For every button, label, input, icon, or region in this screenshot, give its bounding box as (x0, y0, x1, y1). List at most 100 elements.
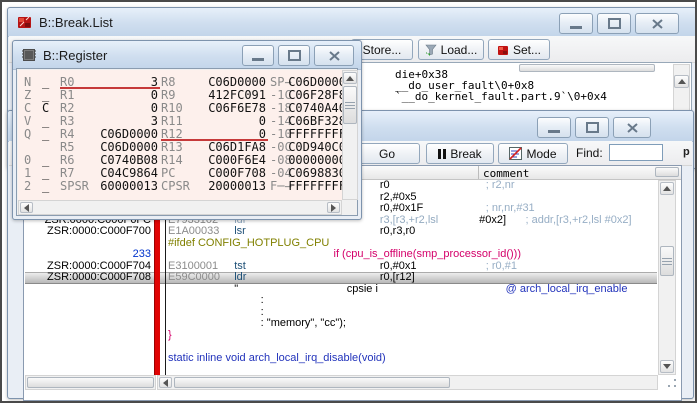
scroll-down-button[interactable] (660, 360, 674, 373)
register-chip-icon (22, 48, 36, 62)
close-icon (329, 51, 340, 61)
set-button[interactable]: Set... (488, 39, 550, 60)
listing-row[interactable]: 233if (cpu_is_offline(smp_processor_id()… (25, 249, 657, 261)
scroll-up-button[interactable] (674, 75, 689, 88)
maximize-button[interactable] (278, 45, 310, 66)
scroll-up-button[interactable] (343, 72, 357, 84)
breaklist-entry[interactable]: `__do_kernel_fault.part.9`\0+0x4 (395, 91, 607, 102)
register-vscrollbar[interactable] (342, 70, 358, 200)
code-segment-mnem: ldr (234, 272, 246, 284)
flag-name: Q (24, 128, 31, 141)
vscroll-thumb[interactable] (660, 246, 674, 276)
maximize-icon (586, 122, 599, 133)
arrow-left-icon (24, 204, 29, 212)
address-hscrollbar[interactable] (25, 375, 156, 390)
line-number[interactable]: 233 (25, 249, 151, 261)
scroll-left-button[interactable] (159, 377, 172, 388)
scroll-right-button[interactable] (327, 202, 340, 213)
minimize-icon (570, 26, 582, 29)
close-button[interactable] (613, 117, 651, 138)
minimize-button[interactable] (537, 117, 571, 138)
listing-row[interactable]: ZSR:0000:C000F700E1A00033lsrr0,r3,r0 (25, 226, 657, 238)
maximize-button[interactable] (597, 13, 631, 34)
pause-icon (438, 149, 446, 159)
resize-grip[interactable] (664, 377, 678, 390)
go-label: Go (379, 147, 395, 161)
mode-icon (509, 147, 522, 160)
header-end-box (655, 167, 679, 177)
code-segment-op: : (261, 295, 264, 307)
register-value: 60000013 (94, 180, 158, 193)
register-title: B::Register (43, 48, 107, 63)
arrow-up-icon (678, 79, 686, 84)
vscroll-thumb[interactable] (343, 86, 357, 124)
register-value: 0 (202, 115, 266, 128)
break-button[interactable]: Break (426, 143, 494, 164)
break-label: Break (450, 147, 481, 161)
breaklist-titlebar[interactable]: B::Break.List (8, 8, 696, 37)
listing-row[interactable]: : "memory", "cc"); (25, 318, 657, 330)
code-segment-op: cpsie i (347, 284, 378, 296)
arrow-up-icon (663, 186, 671, 191)
stack-value: FFFFFFFF (286, 180, 342, 193)
address-hscroll-thumb[interactable] (27, 377, 154, 388)
register-titlebar[interactable]: B::Register (13, 41, 361, 70)
code-segment-def: #ifdef CONFIG_HOTPLUG_CPU (168, 238, 329, 250)
code-segment-cmt: ; addr,[r3,+r2,lsl #0x2] (525, 215, 631, 227)
listing-row[interactable] (25, 341, 657, 353)
maximize-button[interactable] (575, 117, 609, 138)
listing-vscrollbar[interactable] (658, 180, 676, 375)
register-value: 20000013 (202, 180, 266, 193)
flag-value: _ (42, 128, 49, 141)
register-name: CPSR (161, 180, 190, 193)
code-segment-decl: @ arch_local_irq_enable (506, 284, 628, 296)
listing-row[interactable]: : (25, 295, 657, 307)
register-value: 0 (94, 102, 158, 115)
code-hscroll-thumb[interactable] (174, 377, 450, 388)
minimize-button[interactable] (242, 45, 274, 66)
scroll-up-button[interactable] (660, 182, 674, 195)
address[interactable]: ZSR:0000:C000F708 (25, 272, 151, 284)
maximize-icon (288, 50, 301, 61)
scroll-left-button[interactable] (20, 202, 33, 213)
listing-row[interactable]: "cpsie i@ arch_local_irq_enable (25, 284, 657, 296)
code-segment-opc: E59C0000 (168, 272, 220, 284)
thumb-grip-icon (662, 258, 672, 265)
close-button[interactable] (635, 13, 679, 34)
listing-row[interactable]: } (25, 330, 657, 342)
code-segment-op: r0,[r12] (380, 272, 415, 284)
thumb-grip-icon (345, 102, 355, 109)
code-segment-cmt: ; r0,#1 (486, 261, 517, 273)
listing-row[interactable]: static inline void arch_local_irq_disabl… (25, 353, 657, 365)
code-hscrollbar[interactable] (157, 375, 658, 390)
register-inner: N_R03R8C06D0000SP→C06D0000Z_R10R9412FC09… (16, 68, 358, 216)
register-value: C06F6E78 (202, 102, 266, 115)
store-label: Store... (363, 43, 402, 57)
minimize-button[interactable] (559, 13, 593, 34)
arrow-up-icon (346, 76, 354, 81)
listing-row[interactable]: ZSR:0000:C000F708 E59C0000 ldr r0,[r12] (25, 272, 657, 284)
go-button[interactable]: Go (354, 143, 420, 164)
minimize-icon (548, 130, 560, 133)
breakpoint-brick-icon (17, 14, 33, 30)
code-segment-op: r0,#0x1F (380, 203, 423, 215)
mode-button[interactable]: Mode (498, 143, 568, 164)
flag-name: 2 (24, 180, 31, 193)
list-caption-buttons (537, 117, 651, 138)
breaklist-caption-buttons (559, 13, 679, 34)
maximize-icon (608, 18, 621, 29)
register-hscrollbar[interactable] (18, 200, 342, 215)
mode-label: Mode (526, 147, 556, 161)
code-segment-cmt: ; r2,nr (486, 180, 515, 192)
close-button[interactable] (314, 45, 354, 66)
address[interactable]: ZSR:0000:C000F700 (25, 226, 151, 238)
arrow-right-icon (331, 204, 336, 212)
minimize-icon (252, 58, 264, 61)
load-button[interactable]: Load... (418, 39, 484, 60)
code-segment-op: r0,r3,r0 (380, 226, 415, 238)
register-value: 0 (94, 89, 158, 102)
close-icon (627, 123, 638, 133)
code-segment-cmt: ; nr,nr,#31 (486, 203, 535, 215)
find-input[interactable] (609, 144, 663, 161)
register-row[interactable]: 2_SPSR60000013CPSR20000013F─→FFFFFFFF (18, 180, 342, 193)
